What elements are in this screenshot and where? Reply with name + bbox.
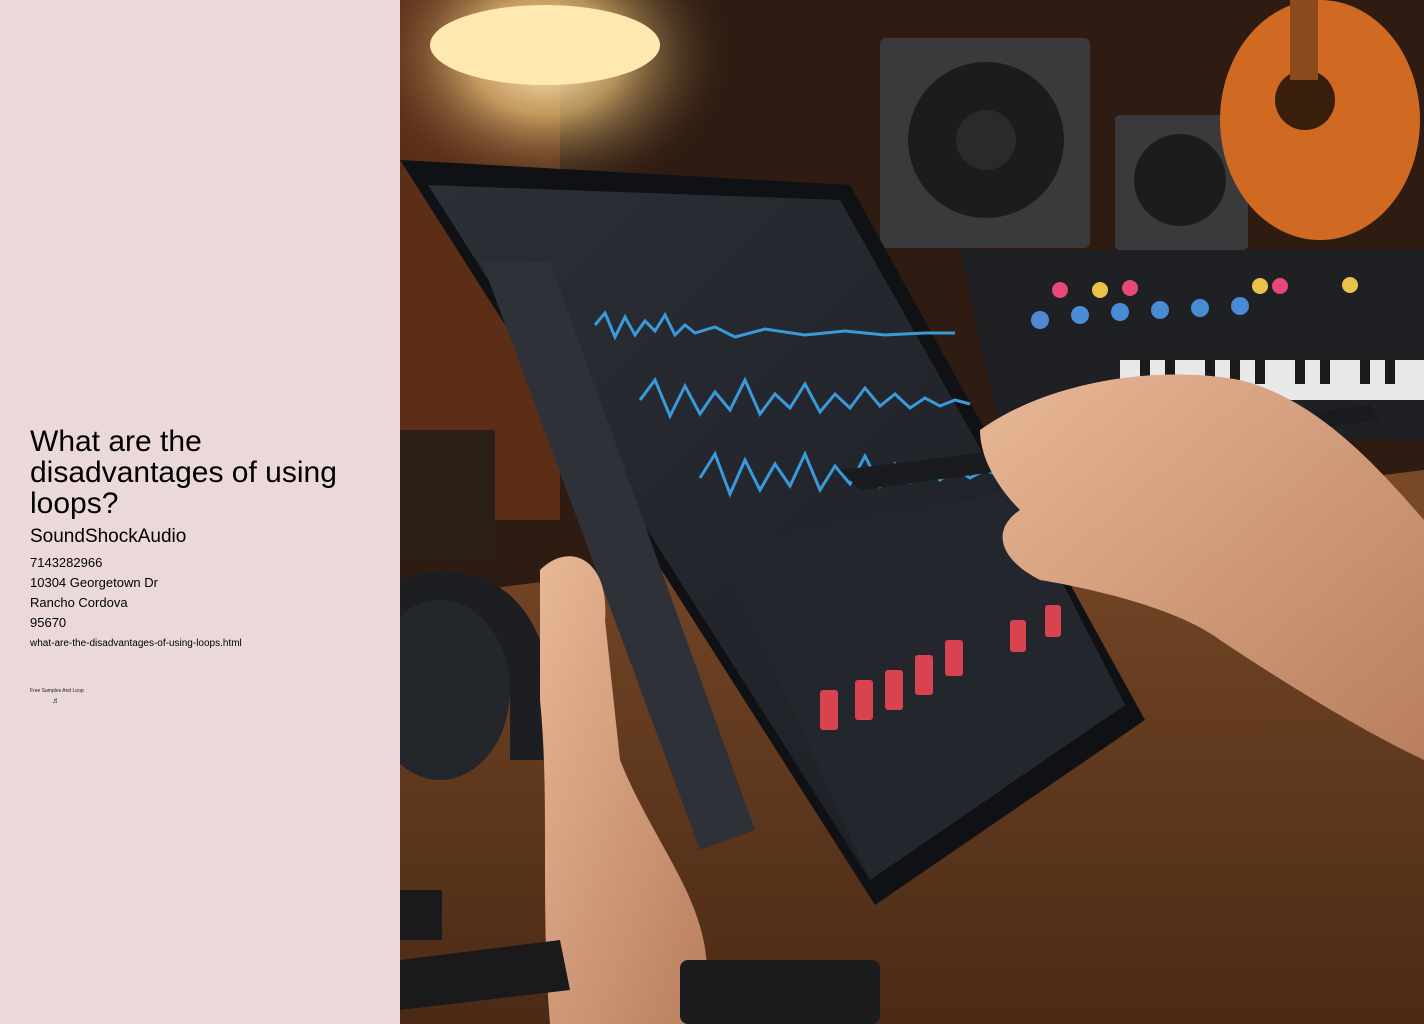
page: What are the disadvantages of using loop…	[0, 0, 1424, 1024]
wrist-watch	[680, 960, 880, 1024]
audio-interface	[400, 430, 495, 560]
studio-illustration	[400, 0, 1424, 1024]
page-url-link[interactable]: what-are-the-disadvantages-of-using-loop…	[30, 636, 376, 652]
zip-code: 95670	[30, 615, 67, 630]
tagline-link[interactable]: Free Samples And Loop	[30, 688, 84, 695]
lamp-shade	[430, 5, 660, 85]
hero-image	[400, 0, 1424, 1024]
article-info-panel: What are the disadvantages of using loop…	[0, 0, 400, 1024]
city: Rancho Cordova	[30, 595, 128, 610]
phone-number: 7143282966	[30, 555, 103, 570]
music-note-icon: ♬	[52, 696, 60, 705]
street-address: 10304 Georgetown Dr	[30, 575, 158, 590]
company-name: SoundShockAudio	[30, 526, 187, 547]
page-title: What are the disadvantages of using loop…	[30, 425, 337, 520]
